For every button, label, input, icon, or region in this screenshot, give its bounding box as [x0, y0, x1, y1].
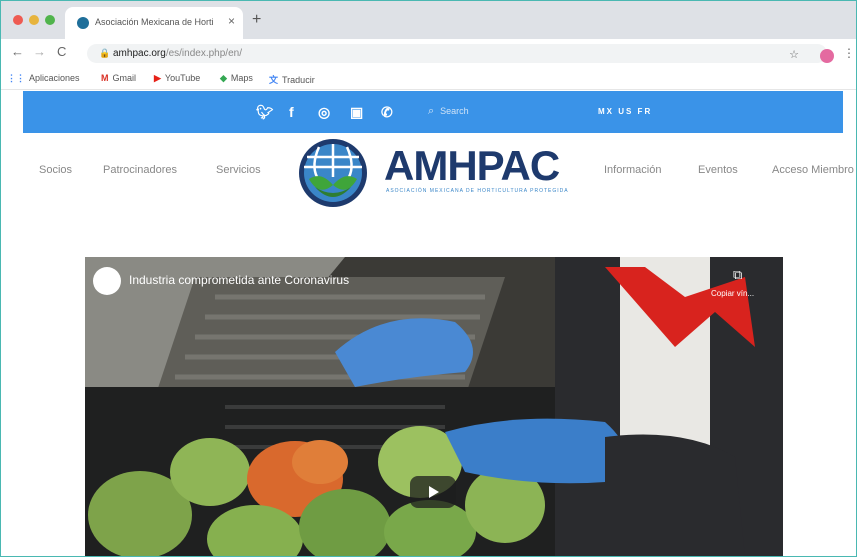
copy-link-icon[interactable]: ⧉ [733, 267, 742, 283]
site-search-input[interactable]: ⌕ Search [428, 105, 548, 119]
bookmark-star-icon[interactable]: ☆ [789, 48, 799, 61]
browser-window: Asociación Mexicana de Horti × + ← → C 🔒… [0, 0, 857, 557]
reload-button[interactable]: C [57, 44, 66, 59]
logo-text: AMHPAC [384, 142, 560, 189]
maps-icon: ◆ [220, 73, 227, 83]
bookmark-maps[interactable]: ◆ Maps [220, 73, 253, 84]
browser-menu-button[interactable]: ⋮ [843, 46, 855, 60]
bookmark-apps-label: Aplicaciones [29, 73, 80, 83]
amhpac-logo-icon[interactable] [297, 137, 369, 209]
video-thumbnail [85, 257, 783, 556]
bookmark-youtube-label: YouTube [164, 73, 201, 83]
favicon-icon [77, 17, 89, 29]
language-flags[interactable]: MX US FR [598, 107, 652, 116]
close-window-button[interactable] [13, 15, 23, 25]
bookmark-youtube[interactable]: ▶ YouTube [154, 73, 200, 84]
tab-close-button[interactable]: × [228, 14, 235, 28]
forward-button[interactable]: → [33, 44, 46, 59]
url-host: amhpac.org [113, 48, 166, 59]
nav-item-informacion[interactable]: Información [604, 164, 661, 176]
browser-toolbar: ← → C 🔒 amhpac.org/es/index.php/en/ ☆ [1, 39, 856, 67]
minimize-window-button[interactable] [29, 15, 39, 25]
bookmarks-bar: ⋮⋮ Aplicaciones M Gmail ▶ YouTube ◆ Maps 文 Tr… [1, 67, 856, 90]
tab-strip: Asociación Mexicana de Horti × + [1, 1, 856, 39]
play-icon [429, 486, 439, 498]
social-bar: 🐦︎ f ◎ ▣ ✆ ⌕ Search MX US FR [23, 91, 843, 133]
bookmark-gmail-label: Gmail [112, 73, 137, 83]
youtube-video-player[interactable]: Industria comprometida ante Coronavirus … [85, 257, 783, 556]
address-bar[interactable]: 🔒 amhpac.org/es/index.php/en/ ☆ [87, 44, 827, 63]
youtube-social-icon[interactable]: ▣ [350, 104, 363, 121]
nav-item-servicios[interactable]: Servicios [216, 164, 261, 176]
gmail-icon: M [101, 73, 109, 83]
video-title[interactable]: Industria comprometida ante Coronavirus [129, 273, 349, 287]
bookmark-translate[interactable]: 文 Traducir [269, 73, 315, 86]
bookmark-maps-label: Maps [230, 73, 253, 83]
browser-tab[interactable]: Asociación Mexicana de Horti × [65, 7, 243, 39]
lock-icon: 🔒 [99, 48, 111, 58]
nav-item-acceso-miembro[interactable]: Acceso Miembro [772, 164, 854, 176]
site-search-placeholder: Search [440, 106, 469, 116]
instagram-icon[interactable]: ◎ [318, 104, 330, 121]
whatsapp-icon[interactable]: ✆ [381, 104, 393, 121]
play-button[interactable] [410, 476, 456, 508]
apps-grid-icon: ⋮⋮ [7, 73, 25, 83]
youtube-icon: ▶ [154, 73, 161, 83]
url-text: amhpac.org/es/index.php/en/ [113, 48, 242, 59]
url-path: /es/index.php/en/ [165, 48, 242, 59]
new-tab-button[interactable]: + [252, 11, 261, 29]
nav-item-patrocinadores[interactable]: Patrocinadores [103, 164, 177, 176]
profile-avatar[interactable] [820, 49, 834, 63]
bookmark-apps[interactable]: ⋮⋮ Aplicaciones [7, 73, 80, 84]
copy-link-label[interactable]: Copiar vín... [711, 289, 754, 298]
bookmark-translate-label: Traducir [282, 75, 315, 85]
twitter-icon[interactable]: 🐦︎ [256, 104, 274, 121]
facebook-icon[interactable]: f [289, 104, 294, 120]
tab-title: Asociación Mexicana de Horti [95, 17, 214, 27]
channel-avatar[interactable] [93, 267, 121, 295]
logo-tagline: ASOCIACIÓN MEXICANA DE HORTICULTURA PROT… [386, 188, 569, 194]
translate-icon: 文 [269, 75, 279, 85]
maximize-window-button[interactable] [45, 15, 55, 25]
bookmark-gmail[interactable]: M Gmail [101, 73, 136, 83]
nav-item-eventos[interactable]: Eventos [698, 164, 738, 176]
nav-item-socios[interactable]: Socios [39, 164, 72, 176]
search-icon: ⌕ [428, 105, 435, 117]
back-button[interactable]: ← [11, 44, 24, 59]
